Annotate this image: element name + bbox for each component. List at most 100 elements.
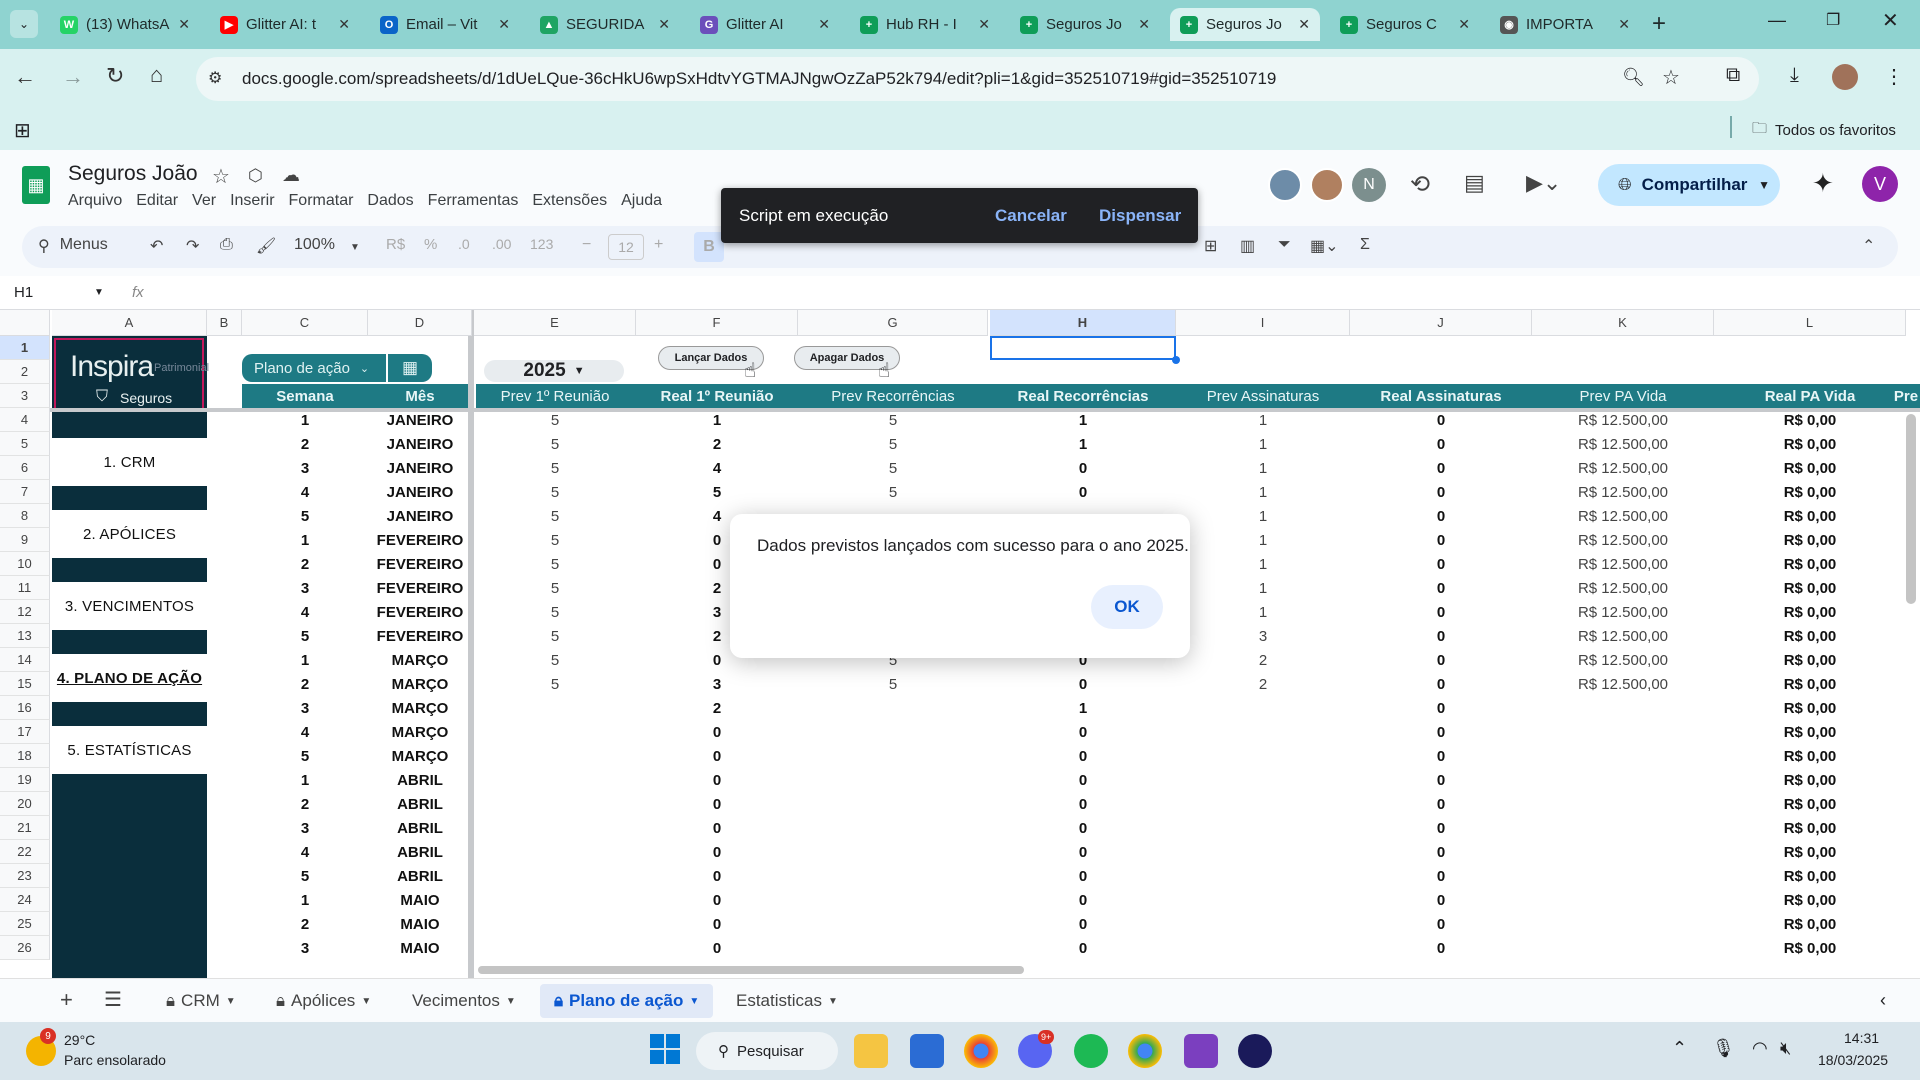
clipchamp-icon[interactable] <box>1184 1034 1218 1068</box>
table-cell[interactable]: R$ 12.500,00 <box>1532 624 1714 648</box>
toast-dismiss-button[interactable]: Dispensar <box>1099 206 1181 226</box>
table-cell[interactable]: 0 <box>990 744 1176 768</box>
table-cell[interactable]: 0 <box>1350 480 1532 504</box>
table-cell[interactable]: 5 <box>474 624 636 648</box>
row-header[interactable]: 14 <box>0 648 50 672</box>
back-icon[interactable]: ← <box>14 64 36 90</box>
percent-format[interactable]: % <box>424 236 437 253</box>
store-icon[interactable] <box>910 1034 944 1068</box>
table-cell[interactable]: 0 <box>1350 816 1532 840</box>
file-explorer-icon[interactable] <box>854 1034 888 1068</box>
table-cell[interactable]: 1 <box>1176 456 1350 480</box>
volume-icon[interactable]: 🔇︎ <box>1780 1038 1791 1059</box>
table-cell[interactable]: 1 <box>242 648 368 672</box>
table-cell[interactable]: 5 <box>242 504 368 528</box>
column-header[interactable]: F <box>636 310 798 336</box>
table-cell[interactable]: 0 <box>1350 576 1532 600</box>
meet-icon[interactable]: ▶︎⌄ <box>1526 170 1561 196</box>
menu-item[interactable]: Ver <box>192 192 216 210</box>
table-cell[interactable]: 1 <box>242 528 368 552</box>
browser-tab[interactable]: O Email – Vit ✕ <box>370 8 520 41</box>
close-tab-icon[interactable]: ✕ <box>1458 16 1470 33</box>
share-dropdown-icon[interactable]: ▼ <box>1758 178 1770 192</box>
close-tab-icon[interactable]: ✕ <box>178 16 190 33</box>
table-cell[interactable]: 1 <box>242 888 368 912</box>
table-cell[interactable]: 5 <box>242 624 368 648</box>
row-header[interactable]: 11 <box>0 576 50 600</box>
table-cell[interactable]: 0 <box>990 672 1176 696</box>
zoom-select[interactable]: 100% <box>294 236 335 254</box>
gemini-icon[interactable]: ✦ <box>1812 168 1834 199</box>
fill-handle[interactable] <box>1172 356 1180 364</box>
nav-vencimentos[interactable]: 3. VENCIMENTOS <box>52 582 207 630</box>
table-cell[interactable]: ABRIL <box>368 840 472 864</box>
row-header[interactable]: 23 <box>0 864 50 888</box>
table-cell[interactable]: R$ 12.500,00 <box>1532 552 1714 576</box>
menu-item[interactable]: Ferramentas <box>428 192 519 210</box>
table-cell[interactable]: 0 <box>1350 624 1532 648</box>
table-cell[interactable]: 2 <box>242 432 368 456</box>
table-cell[interactable]: ABRIL <box>368 792 472 816</box>
table-cell[interactable]: R$ 12.500,00 <box>1532 408 1714 432</box>
table-cell[interactable]: 4 <box>242 720 368 744</box>
home-icon[interactable]: ⌂ <box>150 62 163 88</box>
spotify-icon[interactable] <box>1074 1034 1108 1068</box>
explore-collapse-icon[interactable]: ‹ <box>1880 990 1886 1011</box>
table-cell[interactable]: 4 <box>636 456 798 480</box>
table-cell[interactable]: 0 <box>1350 912 1532 936</box>
undo-icon[interactable]: ↶ <box>150 236 163 256</box>
table-view-icon[interactable]: ▦⌄ <box>1310 236 1339 256</box>
font-size-input[interactable]: 12 <box>608 234 644 260</box>
table-cell[interactable]: 0 <box>990 816 1176 840</box>
table-cell[interactable]: 0 <box>1350 936 1532 960</box>
table-cell[interactable]: 0 <box>1350 696 1532 720</box>
table-cell[interactable]: MARÇO <box>368 744 472 768</box>
table-cell[interactable]: 2 <box>636 432 798 456</box>
share-button[interactable]: 🌐︎ Compartilhar ▼ <box>1598 164 1780 206</box>
row-header[interactable]: 8 <box>0 504 50 528</box>
column-header[interactable]: G <box>798 310 988 336</box>
version-history-icon[interactable]: ⟲ <box>1410 170 1430 199</box>
sheets-logo-icon[interactable]: ▦ <box>22 166 50 204</box>
table-cell[interactable]: 1 <box>242 768 368 792</box>
row-header[interactable]: 17 <box>0 720 50 744</box>
table-cell[interactable]: 0 <box>636 840 798 864</box>
row-header[interactable]: 24 <box>0 888 50 912</box>
table-cell[interactable]: R$ 0,00 <box>1714 624 1906 648</box>
table-cell[interactable]: JANEIRO <box>368 456 472 480</box>
row-header[interactable]: 13 <box>0 624 50 648</box>
table-cell[interactable]: MARÇO <box>368 720 472 744</box>
forward-icon[interactable]: → <box>62 64 84 90</box>
windows-start-icon[interactable] <box>650 1034 680 1064</box>
browser-tab[interactable]: G Glitter AI ✕ <box>690 8 840 41</box>
row-header[interactable]: 3 <box>0 384 50 408</box>
close-tab-icon[interactable]: ✕ <box>1298 16 1310 33</box>
sheet-tab-apolices[interactable]: 🔒︎ Apólices ▼ <box>276 988 371 1014</box>
close-tab-icon[interactable]: ✕ <box>338 16 350 33</box>
increase-decimal[interactable]: .00 <box>492 236 511 252</box>
table-cell[interactable]: R$ 0,00 <box>1714 864 1906 888</box>
browser-tab[interactable]: + Seguros C ✕ <box>1330 8 1480 41</box>
table-cell[interactable]: ABRIL <box>368 816 472 840</box>
row-header[interactable]: 26 <box>0 936 50 960</box>
move-doc-icon[interactable]: ⬡ <box>248 166 263 186</box>
table-cell[interactable]: R$ 0,00 <box>1714 456 1906 480</box>
table-cell[interactable]: 5 <box>474 576 636 600</box>
functions-icon[interactable]: Σ <box>1360 236 1370 254</box>
microphone-icon[interactable]: 🎙︎ <box>1712 1038 1735 1059</box>
browser-menu-icon[interactable]: ⋮ <box>1884 64 1904 89</box>
table-cell[interactable]: 0 <box>1350 552 1532 576</box>
close-tab-icon[interactable]: ✕ <box>658 16 670 33</box>
row-header[interactable]: 1 <box>0 336 50 360</box>
table-cell[interactable]: 5 <box>474 648 636 672</box>
table-cell[interactable]: MAIO <box>368 936 472 960</box>
table-cell[interactable]: 0 <box>990 888 1176 912</box>
table-cell[interactable]: R$ 0,00 <box>1714 888 1906 912</box>
table-cell[interactable]: 0 <box>1350 864 1532 888</box>
table-cell[interactable]: 0 <box>990 768 1176 792</box>
browser-tab[interactable]: + Seguros Jo ✕ <box>1010 8 1160 41</box>
table-cell[interactable]: JANEIRO <box>368 432 472 456</box>
row-header[interactable]: 22 <box>0 840 50 864</box>
add-sheet-icon[interactable]: + <box>60 987 73 1013</box>
insert-chart-icon[interactable]: ▥ <box>1240 236 1255 256</box>
